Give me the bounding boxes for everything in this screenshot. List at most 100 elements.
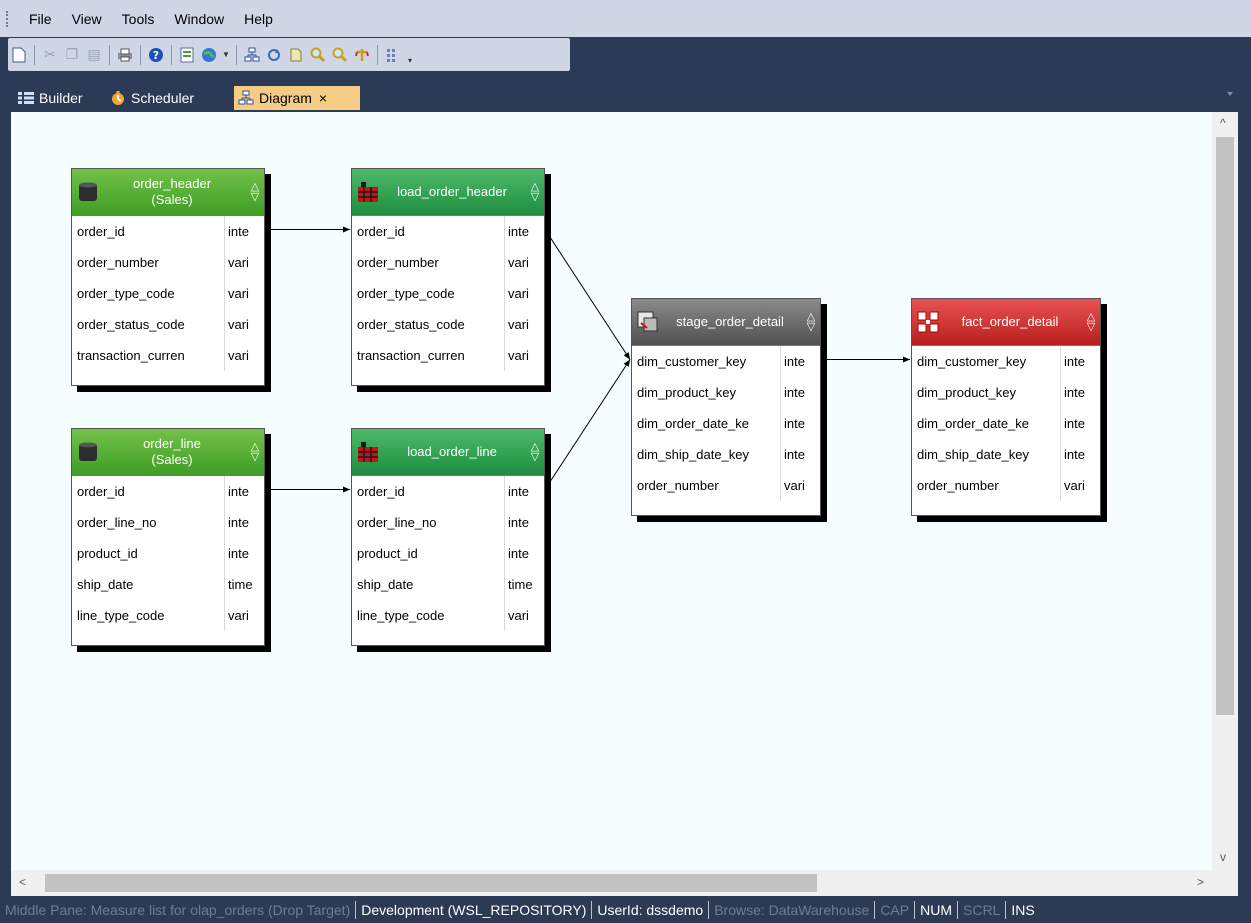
column-type: vari — [508, 255, 529, 270]
column-row[interactable]: order_id inte — [72, 216, 264, 247]
tab-list-dropdown-icon[interactable] — [1227, 92, 1233, 96]
table-stage-order-detail[interactable]: stage_order_detail △ ▽ dim_customer_key inte… — [631, 298, 821, 516]
status-repository: Development (WSL_REPOSITORY) — [361, 902, 587, 918]
grid-icon[interactable] — [383, 44, 403, 66]
status-cap: CAP — [880, 902, 910, 918]
column-row[interactable]: order_id inte — [352, 216, 544, 247]
cut-icon[interactable]: ✂ — [40, 44, 60, 66]
fact-table-icon — [917, 311, 939, 333]
table-order-header[interactable]: order_header (Sales) △ ▽ order_id inte order_… — [71, 168, 265, 386]
vertical-scroll-thumb[interactable] — [1216, 137, 1234, 715]
column-row[interactable]: order_type_code vari — [72, 278, 264, 309]
refresh-icon[interactable] — [264, 44, 284, 66]
scroll-right-icon[interactable]: > — [1197, 875, 1204, 889]
table-header[interactable]: order_header (Sales) △ ▽ — [72, 169, 264, 216]
table-header[interactable]: fact_order_detail △ ▽ — [912, 299, 1100, 346]
dropdown-icon[interactable]: ▼ — [221, 44, 231, 66]
expand-collapse-icon[interactable]: △ ▽ — [802, 312, 820, 333]
column-row[interactable]: ship_date time — [72, 569, 264, 600]
menu-view[interactable]: View — [62, 5, 112, 33]
column-row[interactable]: line_type_code vari — [352, 600, 544, 631]
menu-tools[interactable]: Tools — [112, 5, 165, 33]
column-row[interactable]: transaction_curren vari — [72, 340, 264, 371]
table-header[interactable]: order_line (Sales) △ ▽ — [72, 429, 264, 476]
print-icon[interactable] — [115, 44, 135, 66]
column-row[interactable]: dim_customer_key inte — [912, 346, 1100, 377]
column-row[interactable]: product_id inte — [352, 538, 544, 569]
column-name: order_type_code — [72, 278, 225, 309]
zoom-out-icon[interactable] — [330, 44, 350, 66]
copy-icon[interactable]: ❐ — [62, 44, 82, 66]
status-scrl: SCRL — [963, 902, 1001, 918]
horizontal-scrollbar[interactable]: < > — [11, 870, 1212, 896]
column-row[interactable]: order_status_code vari — [72, 309, 264, 340]
document-icon[interactable] — [286, 44, 306, 66]
properties-icon[interactable] — [177, 44, 197, 66]
column-type: inte — [508, 224, 529, 239]
column-row[interactable]: order_status_code vari — [352, 309, 544, 340]
expand-collapse-icon[interactable]: △ ▽ — [526, 442, 544, 463]
diagram-icon — [238, 90, 254, 105]
column-row[interactable]: order_id inte — [72, 476, 264, 507]
column-row[interactable]: order_number vari — [632, 470, 820, 501]
table-order-line[interactable]: order_line (Sales) △ ▽ order_id inte order_li… — [71, 428, 265, 646]
table-header[interactable]: stage_order_detail △ ▽ — [632, 299, 820, 346]
column-type: inte — [1064, 385, 1085, 400]
new-icon[interactable] — [9, 44, 29, 66]
column-row[interactable]: dim_ship_date_key inte — [912, 439, 1100, 470]
expand-collapse-icon[interactable]: △ ▽ — [246, 442, 264, 463]
overflow-icon[interactable]: ▾ — [405, 43, 415, 67]
scroll-up-icon[interactable]: ^ — [1220, 116, 1226, 130]
column-row[interactable]: order_number vari — [72, 247, 264, 278]
column-row[interactable]: dim_product_key inte — [632, 377, 820, 408]
column-row[interactable]: transaction_curren vari — [352, 340, 544, 371]
expand-collapse-icon[interactable]: △ ▽ — [246, 182, 264, 203]
table-fact-order-detail[interactable]: fact_order_detail △ ▽ dim_customer_key inte d… — [911, 298, 1101, 516]
tab-builder[interactable]: Builder — [14, 86, 87, 110]
tab-scheduler[interactable]: Scheduler — [106, 86, 198, 110]
diagram-icon[interactable] — [242, 44, 262, 66]
table-load-order-header[interactable]: load_order_header △ ▽ order_id inte order_num… — [351, 168, 545, 386]
zoom-in-icon[interactable] — [308, 44, 328, 66]
column-row[interactable]: order_type_code vari — [352, 278, 544, 309]
expand-collapse-icon[interactable]: △ ▽ — [526, 182, 544, 203]
tab-diagram[interactable]: Diagram × — [234, 86, 360, 110]
column-row[interactable]: ship_date time — [352, 569, 544, 600]
column-type: vari — [508, 286, 529, 301]
scroll-down-icon[interactable]: v — [1220, 850, 1226, 864]
column-row[interactable]: dim_ship_date_key inte — [632, 439, 820, 470]
table-footer — [912, 501, 1100, 515]
paste-icon[interactable]: ▤ — [84, 44, 104, 66]
table-load-order-line[interactable]: load_order_line △ ▽ order_id inte order_line_… — [351, 428, 545, 646]
menu-window[interactable]: Window — [164, 5, 234, 33]
close-icon[interactable]: × — [319, 86, 327, 110]
column-row[interactable]: product_id inte — [72, 538, 264, 569]
column-row[interactable]: dim_product_key inte — [912, 377, 1100, 408]
column-row[interactable]: order_number vari — [352, 247, 544, 278]
column-row[interactable]: order_line_no inte — [352, 507, 544, 538]
status-browse: Browse: DataWarehouse — [714, 902, 870, 918]
column-row[interactable]: order_line_no inte — [72, 507, 264, 538]
column-row[interactable]: dim_order_date_ke inte — [912, 408, 1100, 439]
menu-help[interactable]: Help — [234, 5, 283, 33]
scroll-left-icon[interactable]: < — [19, 875, 26, 889]
toolbar-strip: ✂ ❐ ▤ ? ▼ ▾ — [8, 38, 570, 71]
column-row[interactable]: dim_customer_key inte — [632, 346, 820, 377]
column-row[interactable]: order_number vari — [912, 470, 1100, 501]
expand-collapse-icon[interactable]: △ ▽ — [1082, 312, 1100, 333]
pin-icon[interactable] — [352, 44, 372, 66]
globe-icon[interactable] — [199, 44, 219, 66]
menu-grip[interactable] — [6, 10, 11, 27]
diagram-canvas[interactable]: order_header (Sales) △ ▽ order_id inte order_… — [11, 112, 1212, 870]
menu-file[interactable]: File — [19, 5, 62, 33]
table-header[interactable]: load_order_header △ ▽ — [352, 169, 544, 216]
table-header[interactable]: load_order_line △ ▽ — [352, 429, 544, 476]
status-ins: INS — [1011, 902, 1035, 918]
horizontal-scroll-thumb[interactable] — [45, 874, 817, 892]
vertical-scrollbar[interactable]: ^ v — [1212, 112, 1238, 870]
column-row[interactable]: line_type_code vari — [72, 600, 264, 631]
builder-icon — [18, 92, 34, 104]
help-icon[interactable]: ? — [146, 44, 166, 66]
column-row[interactable]: dim_order_date_ke inte — [632, 408, 820, 439]
column-row[interactable]: order_id inte — [352, 476, 544, 507]
